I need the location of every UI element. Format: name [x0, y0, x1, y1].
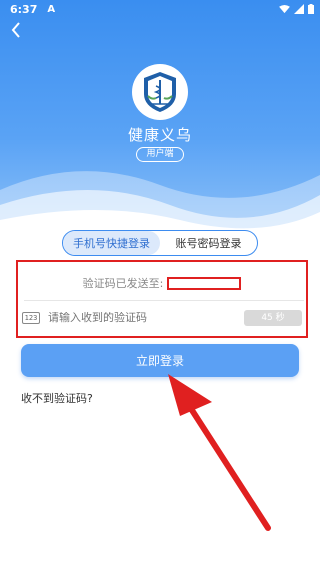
verification-code-input[interactable]: [48, 312, 228, 324]
tab-account-password-login[interactable]: 账号密码登录: [160, 231, 257, 255]
status-bar: 6:37 A: [0, 0, 320, 18]
app-badge: 用户端: [136, 147, 184, 162]
medical-emblem-icon: [144, 72, 176, 112]
resend-countdown-button[interactable]: 45 秒: [244, 310, 302, 326]
no-code-link[interactable]: 收不到验证码?: [21, 390, 93, 406]
app-title: 健康义乌: [127, 126, 192, 144]
app-logo: [132, 64, 188, 120]
tab-phone-quick-login[interactable]: 手机号快捷登录: [63, 231, 160, 255]
code-sent-row: 验证码已发送至:: [18, 272, 306, 294]
back-arrow-icon[interactable]: [8, 20, 24, 40]
annotation-arrow: [168, 374, 271, 531]
phone-number-redacted: [167, 276, 242, 290]
wifi-icon: [279, 4, 290, 13]
code-input-row: 123 45 秒: [22, 307, 302, 329]
login-tabs: 手机号快捷登录 账号密码登录: [62, 230, 258, 256]
status-time: 6:37: [10, 2, 38, 16]
signal-icon: [294, 4, 304, 14]
code-sent-label: 验证码已发送至:: [82, 277, 164, 290]
wave-decoration: [0, 171, 320, 232]
verification-form: 验证码已发送至: 123 45 秒: [16, 260, 308, 338]
battery-icon: [308, 4, 314, 14]
divider: [24, 300, 304, 301]
notification-icon: A: [47, 3, 56, 15]
keypad-icon: 123: [22, 312, 40, 324]
